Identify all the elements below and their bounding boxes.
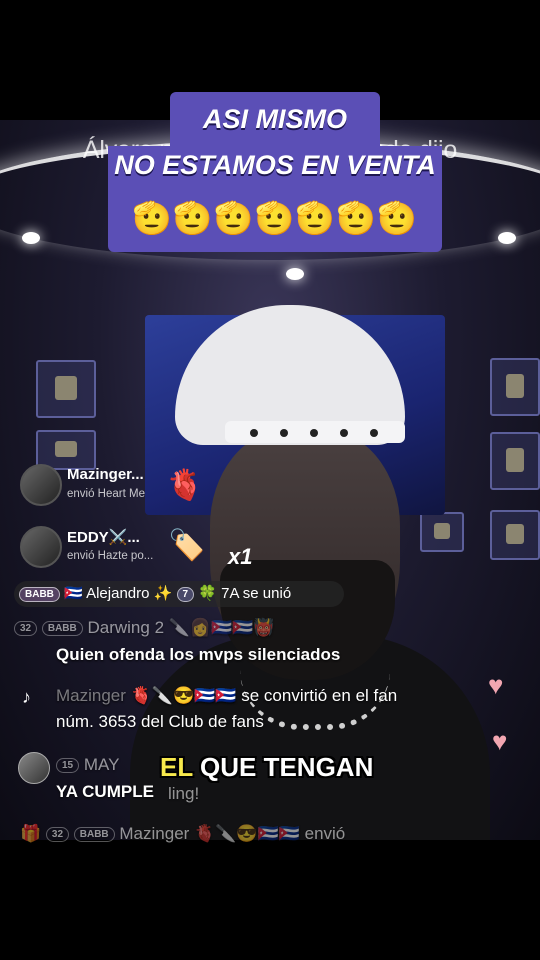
floating-heart-icon: ♥: [488, 670, 504, 700]
gift-sent-text: envió: [304, 824, 346, 843]
fan-club-number: núm. 3653 del Club de fans: [56, 712, 264, 731]
display-shelf: [490, 432, 540, 490]
fan-club-badge: BABB: [41, 621, 83, 637]
title-banner: ASI MISMO NO ESTAMOS EN VENTA 🫡🫡🫡🫡🫡🫡🫡: [108, 92, 442, 252]
gift-multiplier: x1: [228, 544, 253, 569]
fan-club-text: se convirtió en el fan: [241, 686, 398, 705]
gift-notification[interactable]: Mazinger... envió Heart Me: [12, 462, 312, 510]
fan-club-badge: BABB: [73, 827, 115, 843]
chat-username: Mazinger: [56, 686, 126, 705]
emoji-decorations-icon: 🫀🔪😎🇨🇺🇨🇺: [130, 686, 237, 705]
chat-message[interactable]: 15 MAY: [56, 755, 119, 775]
fan-club-message: Mazinger 🫀🔪😎🇨🇺🇨🇺 se convirtió en el fan: [56, 686, 397, 706]
subtitle-caption: EL QUE TENGAN: [160, 752, 373, 783]
level-badge: 32: [14, 621, 38, 637]
join-notification: BABB 🇨🇺 Alejandro ✨ 7 🍀 7A se unió: [14, 581, 344, 607]
chat-username: MAY: [83, 755, 120, 774]
gift-description: envió Heart Me: [67, 488, 145, 500]
level-badge: 15: [56, 758, 80, 774]
chat-username: Darwing 2: [87, 618, 165, 637]
gift-notification[interactable]: EDDY⚔️... envió Hazte po...: [12, 524, 312, 572]
join-text: 7A se unió: [221, 585, 292, 602]
gift-box-icon: 🎁: [20, 824, 42, 843]
avatar[interactable]: [20, 526, 62, 568]
avatar[interactable]: [18, 752, 50, 784]
clover-icon: 🍀: [198, 585, 217, 602]
ceiling-spotlight: [22, 232, 40, 244]
level-badge: 7: [176, 586, 195, 602]
avatar[interactable]: [20, 464, 62, 506]
heart-me-gift-icon: 🫀: [166, 469, 204, 502]
emoji-decorations-icon: 🔪👩🇨🇺🇨🇺👹: [168, 618, 275, 637]
chat-message-text: Quien ofenda los mvps silenciados: [56, 645, 341, 664]
chat-message-trail: ling!: [168, 784, 200, 803]
salute-emoji-row: 🫡🫡🫡🫡🫡🫡🫡: [132, 200, 418, 236]
banner-line-2: NO ESTAMOS EN VENTA: [114, 150, 436, 180]
gift-sender-name: EDDY⚔️...: [67, 529, 140, 546]
display-shelf: [490, 510, 540, 560]
banner-line-1: ASI MISMO: [202, 104, 347, 134]
join-username: Alejandro: [86, 585, 150, 602]
emoji-decorations-icon: 🫀🔪😎🇨🇺🇨🇺: [194, 824, 300, 843]
popular-gift-icon: 🏷️: [168, 529, 206, 562]
chat-message[interactable]: 32 BABB Darwing 2 🔪👩🇨🇺🇨🇺👹: [14, 618, 275, 638]
tiktok-icon: ♪: [22, 687, 31, 707]
chat-username: Mazinger: [119, 824, 190, 843]
floating-heart-icon: ♥: [492, 726, 508, 756]
chat-message-text: YA CUMPLE: [56, 782, 154, 801]
caption-text: QUE TENGAN: [200, 752, 374, 782]
chat-message[interactable]: 🎁 32 BABB Mazinger 🫀🔪😎🇨🇺🇨🇺 envió: [20, 824, 345, 844]
ceiling-spotlight: [498, 232, 516, 244]
ceiling-spotlight: [286, 268, 304, 280]
level-badge: 32: [45, 827, 70, 843]
fan-club-badge: BABB: [19, 586, 60, 602]
gift-description: envió Hazte po...: [67, 550, 154, 562]
sparkle-icon: ✨: [153, 585, 173, 602]
gift-sender-name: Mazinger...: [67, 466, 144, 483]
caption-highlight: EL: [160, 752, 193, 782]
display-shelf: [36, 360, 96, 418]
flag-icon: 🇨🇺: [64, 585, 83, 602]
display-shelf: [490, 358, 540, 416]
